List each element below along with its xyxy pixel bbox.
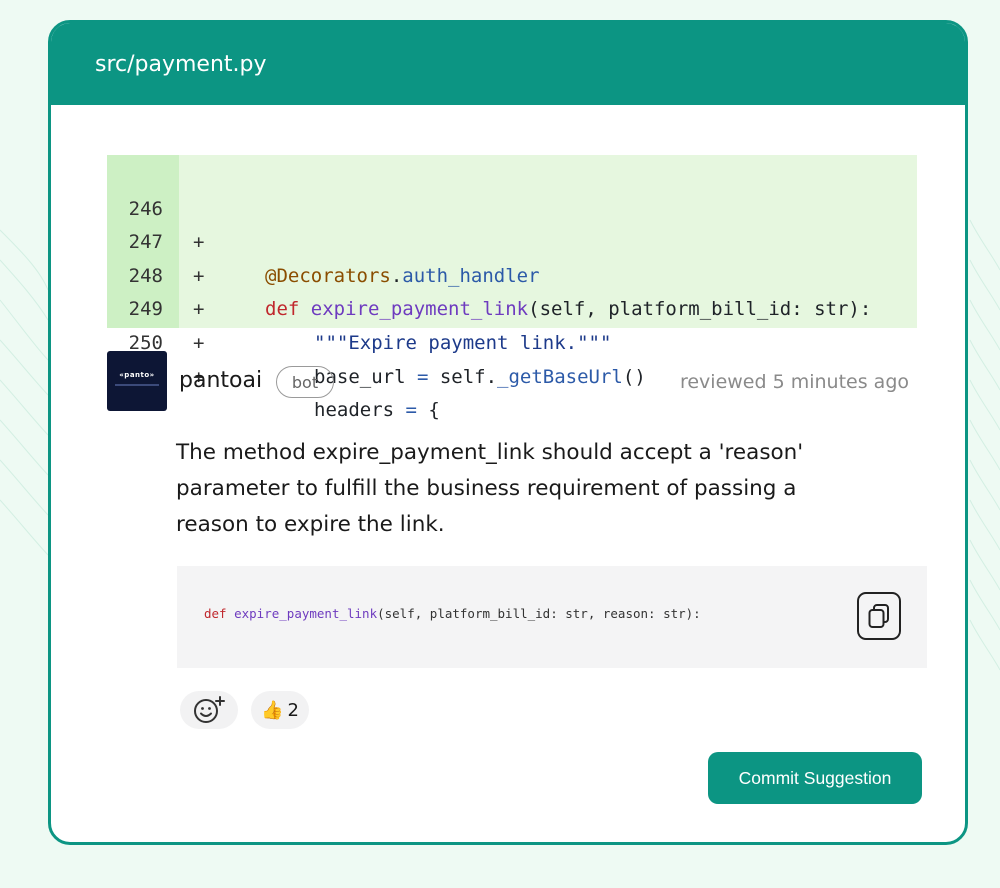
diff-line: 250 + headers = { <box>107 293 917 421</box>
code-token: """Expire payment link.""" <box>314 331 612 354</box>
bot-badge: bot <box>276 366 334 398</box>
panto-logo: «panto» <box>119 371 155 379</box>
diff-line: 248 + """Expire payment link.""" <box>107 226 917 354</box>
code-token: def <box>204 606 227 621</box>
code-text: """Expire payment link.""" <box>314 327 611 361</box>
diff-line: 249 + base_url = self._getBaseUrl() <box>107 260 917 387</box>
reaction-count: 2 <box>287 699 299 721</box>
author-name[interactable]: pantoai <box>179 368 262 393</box>
code-token: = <box>416 365 429 388</box>
suggestion-block: def expire_payment_link(self, platform_b… <box>177 566 927 668</box>
thumbs-up-icon: 👍 <box>261 699 284 721</box>
code-token: expire_payment_link <box>234 606 378 621</box>
review-timestamp: reviewed 5 minutes ago <box>679 371 909 393</box>
file-path[interactable]: src/payment.py <box>95 52 267 77</box>
review-comment-card: src/payment.py 246 + @Decorators.auth_ha… <box>48 20 968 845</box>
add-reaction-icon <box>194 696 225 723</box>
added-marker: + <box>193 331 205 354</box>
add-reaction-button[interactable] <box>180 691 238 729</box>
code-token: = <box>405 399 417 422</box>
code-token: (self, platform_bill_id: str, reason: st… <box>377 606 701 621</box>
code-text: headers = { <box>314 394 440 428</box>
commit-suggestion-button[interactable]: Commit Suggestion <box>708 752 922 804</box>
code-token: _getBaseUrl <box>497 365 623 388</box>
code-token: headers <box>314 399 406 422</box>
thumbs-up-reaction[interactable]: 👍 2 <box>251 691 309 729</box>
diff-line: 246 + @Decorators.auth_handler <box>107 159 917 287</box>
file-header: src/payment.py <box>51 23 965 105</box>
comment-body: The method expire_payment_link should ac… <box>176 440 804 537</box>
code-token: self. <box>428 365 498 388</box>
diff-line: 247 + def expire_payment_link(self, plat… <box>107 193 917 320</box>
code-token: () <box>622 365 646 388</box>
avatar[interactable]: «panto» <box>107 351 167 411</box>
suggestion-code: def expire_payment_link(self, platform_b… <box>204 606 701 621</box>
copy-icon <box>868 604 889 628</box>
code-text: base_url = self._getBaseUrl() <box>314 361 646 395</box>
code-token: { <box>416 399 440 422</box>
diff-hunk: 246 + @Decorators.auth_handler 247 + def… <box>107 155 917 421</box>
copy-button[interactable] <box>857 592 901 640</box>
logo-underline <box>115 384 159 386</box>
